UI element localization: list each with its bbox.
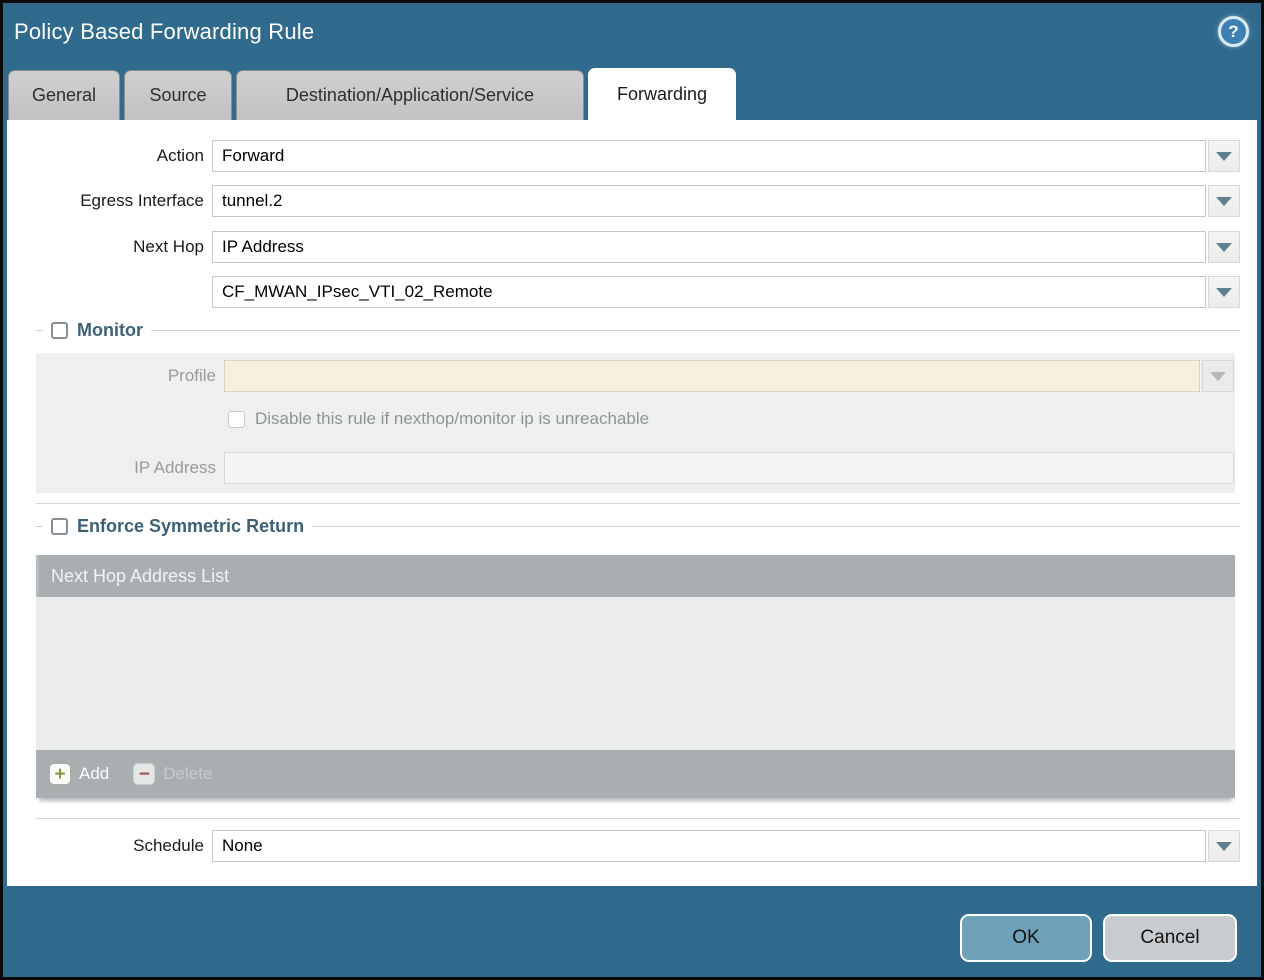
action-select[interactable]: Forward: [212, 140, 1206, 172]
next-hop-label: Next Hop: [7, 231, 212, 263]
monitor-panel: Profile Disable this rule if nexthop/mon…: [36, 353, 1235, 493]
cancel-button[interactable]: Cancel: [1103, 914, 1237, 962]
section-divider: [36, 503, 1240, 504]
section-divider: [36, 818, 1240, 819]
disable-rule-row: Disable this rule if nexthop/monitor ip …: [228, 409, 649, 429]
chevron-down-icon: [1216, 288, 1232, 297]
profile-dropdown-button: [1202, 360, 1234, 392]
table-body-empty: [36, 597, 1235, 750]
egress-interface-row: Egress Interface tunnel.2: [7, 185, 1240, 217]
forwarding-tab-panel: Action Forward Egress Interface tunnel.2…: [7, 120, 1257, 886]
tab-general[interactable]: General: [8, 70, 120, 120]
chevron-down-icon: [1216, 842, 1232, 851]
fieldset-line: [36, 330, 1240, 331]
monitor-legend-row: Monitor: [7, 318, 1240, 342]
egress-interface-dropdown-button[interactable]: [1208, 185, 1240, 217]
table-header: Next Hop Address List: [36, 555, 1235, 597]
chevron-down-icon: [1216, 152, 1232, 161]
monitor-checkbox[interactable]: [51, 322, 68, 339]
profile-row: Profile: [36, 360, 1234, 392]
pbf-rule-dialog: Policy Based Forwarding Rule ? General S…: [3, 3, 1261, 977]
minus-icon: −: [133, 763, 155, 785]
schedule-dropdown-button[interactable]: [1208, 830, 1240, 862]
tab-source[interactable]: Source: [124, 70, 232, 120]
next-hop-address-list-table: Next Hop Address List + Add − Delete: [36, 555, 1235, 798]
chevron-down-icon: [1216, 243, 1232, 252]
chevron-down-icon: [1216, 197, 1232, 206]
next-hop-row: Next Hop IP Address: [7, 231, 1240, 263]
enforce-symmetric-return-checkbox[interactable]: [51, 518, 68, 535]
schedule-row: Schedule None: [7, 830, 1240, 862]
enforce-symmetric-return-legend: Enforce Symmetric Return: [77, 516, 304, 537]
tab-strip: General Source Destination/Application/S…: [8, 70, 1256, 120]
plus-icon: +: [49, 763, 71, 785]
next-hop-type-select[interactable]: IP Address: [212, 231, 1206, 263]
next-hop-address-dropdown-button[interactable]: [1208, 276, 1240, 308]
monitor-ip-input: [224, 452, 1234, 484]
next-hop-dropdown-button[interactable]: [1208, 231, 1240, 263]
delete-button: − Delete: [133, 763, 212, 785]
next-hop-address-row: CF_MWAN_IPsec_VTI_02_Remote: [7, 276, 1240, 308]
monitor-ip-row: IP Address: [36, 452, 1234, 484]
action-dropdown-button[interactable]: [1208, 140, 1240, 172]
disable-rule-checkbox: [228, 411, 245, 428]
chevron-down-icon: [1210, 372, 1226, 381]
action-label: Action: [7, 140, 212, 172]
schedule-select[interactable]: None: [212, 830, 1206, 862]
tab-destination-application-service[interactable]: Destination/Application/Service: [236, 70, 584, 120]
schedule-label: Schedule: [7, 830, 212, 862]
action-row: Action Forward: [7, 140, 1240, 172]
help-icon[interactable]: ?: [1218, 16, 1249, 47]
monitor-ip-label: IP Address: [36, 452, 224, 484]
add-button[interactable]: + Add: [49, 763, 109, 785]
tab-forwarding[interactable]: Forwarding: [588, 68, 736, 120]
profile-label: Profile: [36, 360, 224, 392]
monitor-legend: Monitor: [77, 320, 143, 341]
disable-rule-label: Disable this rule if nexthop/monitor ip …: [255, 409, 649, 429]
add-button-label: Add: [79, 764, 109, 784]
symmetric-return-legend-row: Enforce Symmetric Return: [7, 514, 1240, 538]
ok-button[interactable]: OK: [960, 914, 1092, 962]
dialog-title: Policy Based Forwarding Rule: [14, 19, 314, 45]
table-footer: + Add − Delete: [36, 750, 1235, 798]
egress-interface-label: Egress Interface: [7, 185, 212, 217]
profile-select: [224, 360, 1200, 392]
spacer: [7, 276, 212, 308]
next-hop-address-select[interactable]: CF_MWAN_IPsec_VTI_02_Remote: [212, 276, 1206, 308]
delete-button-label: Delete: [163, 764, 212, 784]
egress-interface-select[interactable]: tunnel.2: [212, 185, 1206, 217]
